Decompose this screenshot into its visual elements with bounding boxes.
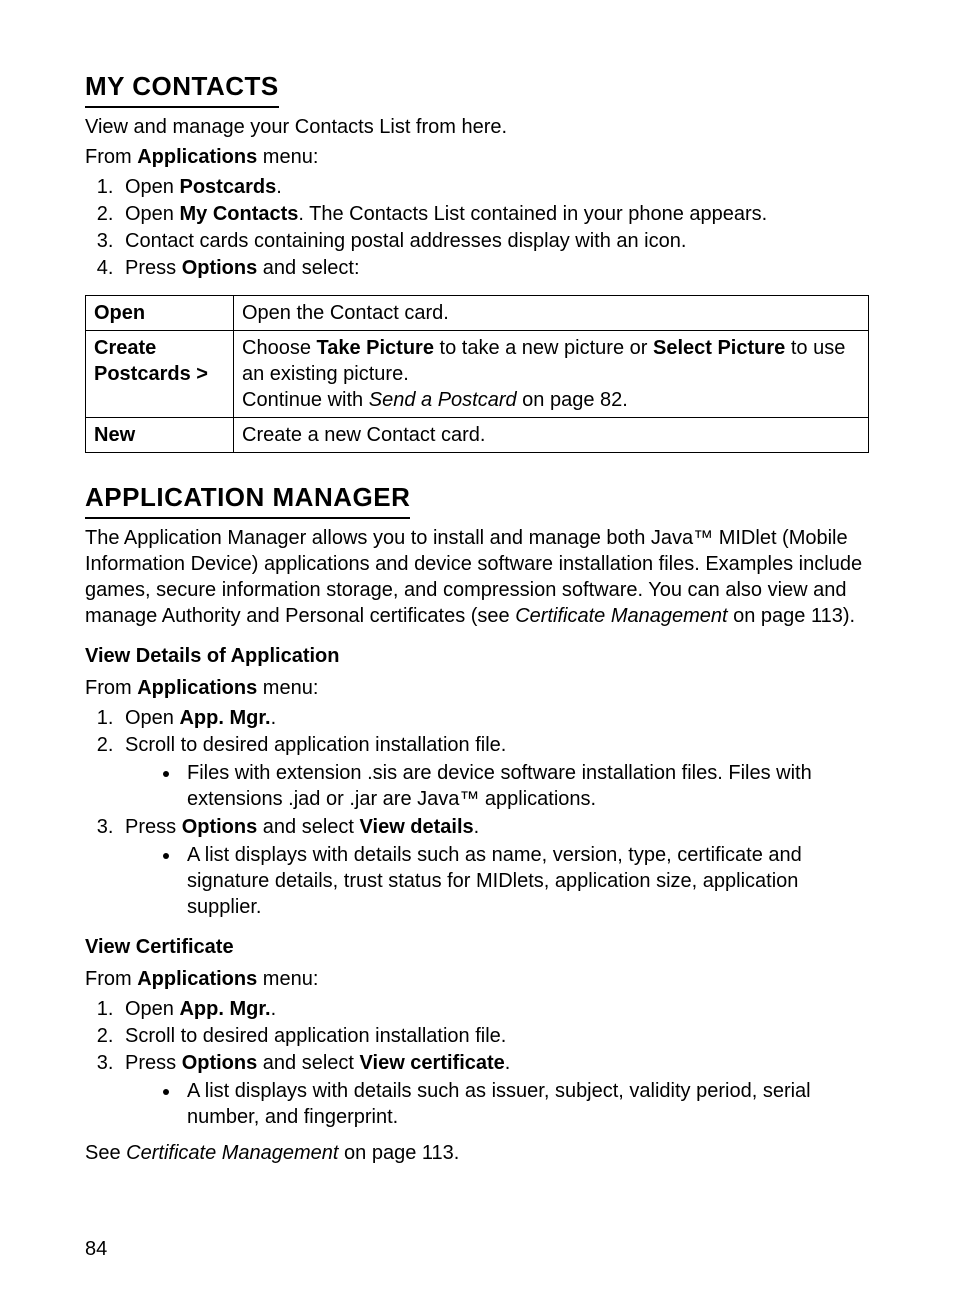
text: . [276,176,282,198]
options-table: Open Open the Contact card. Create Postc… [85,295,869,453]
view-details-steps: Open App. Mgr.. Scroll to desired applic… [85,705,869,920]
table-row: New Create a new Contact card. [86,417,869,452]
sub-bullets: A list displays with details such as iss… [125,1078,869,1130]
bold-options: Options [182,816,258,838]
bullet: A list displays with details such as nam… [181,842,869,920]
text: to take a new picture or [434,337,653,359]
italic-send-postcard: Send a Postcard [369,389,517,411]
text: Open [125,203,179,225]
from-applications-3: From Applications menu: [85,966,869,992]
option-new-desc: Create a new Contact card. [234,417,869,452]
step-2: Scroll to desired application installati… [119,1023,869,1049]
my-contacts-steps: Open Postcards. Open My Contacts. The Co… [85,174,869,281]
step-1: Open App. Mgr.. [119,996,869,1022]
bold-view-certificate: View certificate [360,1052,505,1074]
step-3: Contact cards containing postal addresse… [119,228,869,254]
text: . The Contacts List contained in your ph… [298,203,767,225]
from-applications-2: From Applications menu: [85,675,869,701]
bullet: Files with extension .sis are device sof… [181,760,869,812]
text: From [85,146,137,168]
sub-bullets: Files with extension .sis are device sof… [125,760,869,812]
bullet: A list displays with details such as iss… [181,1078,869,1130]
step-1: Open Postcards. [119,174,869,200]
intro-app-manager: The Application Manager allows you to in… [85,525,869,629]
heading-my-contacts: MY CONTACTS [85,70,279,108]
bold-my-contacts: My Contacts [179,203,298,225]
heading-application-manager: APPLICATION MANAGER [85,481,410,519]
step-2: Open My Contacts. The Contacts List cont… [119,201,869,227]
bold-postcards: Postcards [179,176,276,198]
text: Open [125,176,179,198]
text: Continue with [242,389,369,411]
text: Scroll to desired application installati… [125,734,506,756]
bold-select-picture: Select Picture [653,337,785,359]
text: and select: [257,257,359,279]
italic-cert-mgmt: Certificate Management [126,1142,338,1164]
text: and select [257,816,359,838]
option-create-postcards-desc: Choose Take Picture to take a new pictur… [234,330,869,417]
text: menu: [257,968,318,990]
view-certificate-steps: Open App. Mgr.. Scroll to desired applic… [85,996,869,1130]
bold-app-mgr: App. Mgr. [179,998,270,1020]
bold-applications: Applications [137,968,257,990]
text: From [85,677,137,699]
option-create-postcards: Create Postcards > [86,330,234,417]
bold-take-picture: Take Picture [317,337,434,359]
step-1: Open App. Mgr.. [119,705,869,731]
bold-view-details: View details [360,816,474,838]
intro-my-contacts: View and manage your Contacts List from … [85,114,869,140]
text: . [474,816,480,838]
sub-bullets: A list displays with details such as nam… [125,842,869,920]
italic-cert-mgmt: Certificate Management [515,605,727,627]
table-row: Open Open the Contact card. [86,295,869,330]
text: From [85,968,137,990]
step-2: Scroll to desired application installati… [119,732,869,812]
text: Open [125,998,179,1020]
option-new: New [86,417,234,452]
step-4: Press Options and select: [119,255,869,281]
see-cert-mgmt: See Certificate Management on page 113. [85,1140,869,1166]
option-open-desc: Open the Contact card. [234,295,869,330]
text: Choose [242,337,317,359]
text: menu: [257,146,318,168]
page-number: 84 [85,1236,869,1262]
table-row: Create Postcards > Choose Take Picture t… [86,330,869,417]
text: Press [125,816,182,838]
text: . [271,998,277,1020]
text: on page 82. [517,389,628,411]
text: Open [125,707,179,729]
text: . [505,1052,511,1074]
text: Press [125,1052,182,1074]
bold-applications: Applications [137,677,257,699]
text: menu: [257,677,318,699]
text: Press [125,257,182,279]
text: on page 113. [338,1142,459,1164]
step-3: Press Options and select View details. A… [119,814,869,920]
bold-app-mgr: App. Mgr. [179,707,270,729]
subheading-view-certificate: View Certificate [85,934,869,960]
text: on page 113). [728,605,856,627]
step-3: Press Options and select View certificat… [119,1050,869,1130]
bold-options: Options [182,257,258,279]
from-applications-1: From Applications menu: [85,144,869,170]
text: . [271,707,277,729]
subheading-view-details: View Details of Application [85,643,869,669]
bold-options: Options [182,1052,258,1074]
text: See [85,1142,126,1164]
text: and select [257,1052,359,1074]
bold-applications: Applications [137,146,257,168]
option-open: Open [86,295,234,330]
